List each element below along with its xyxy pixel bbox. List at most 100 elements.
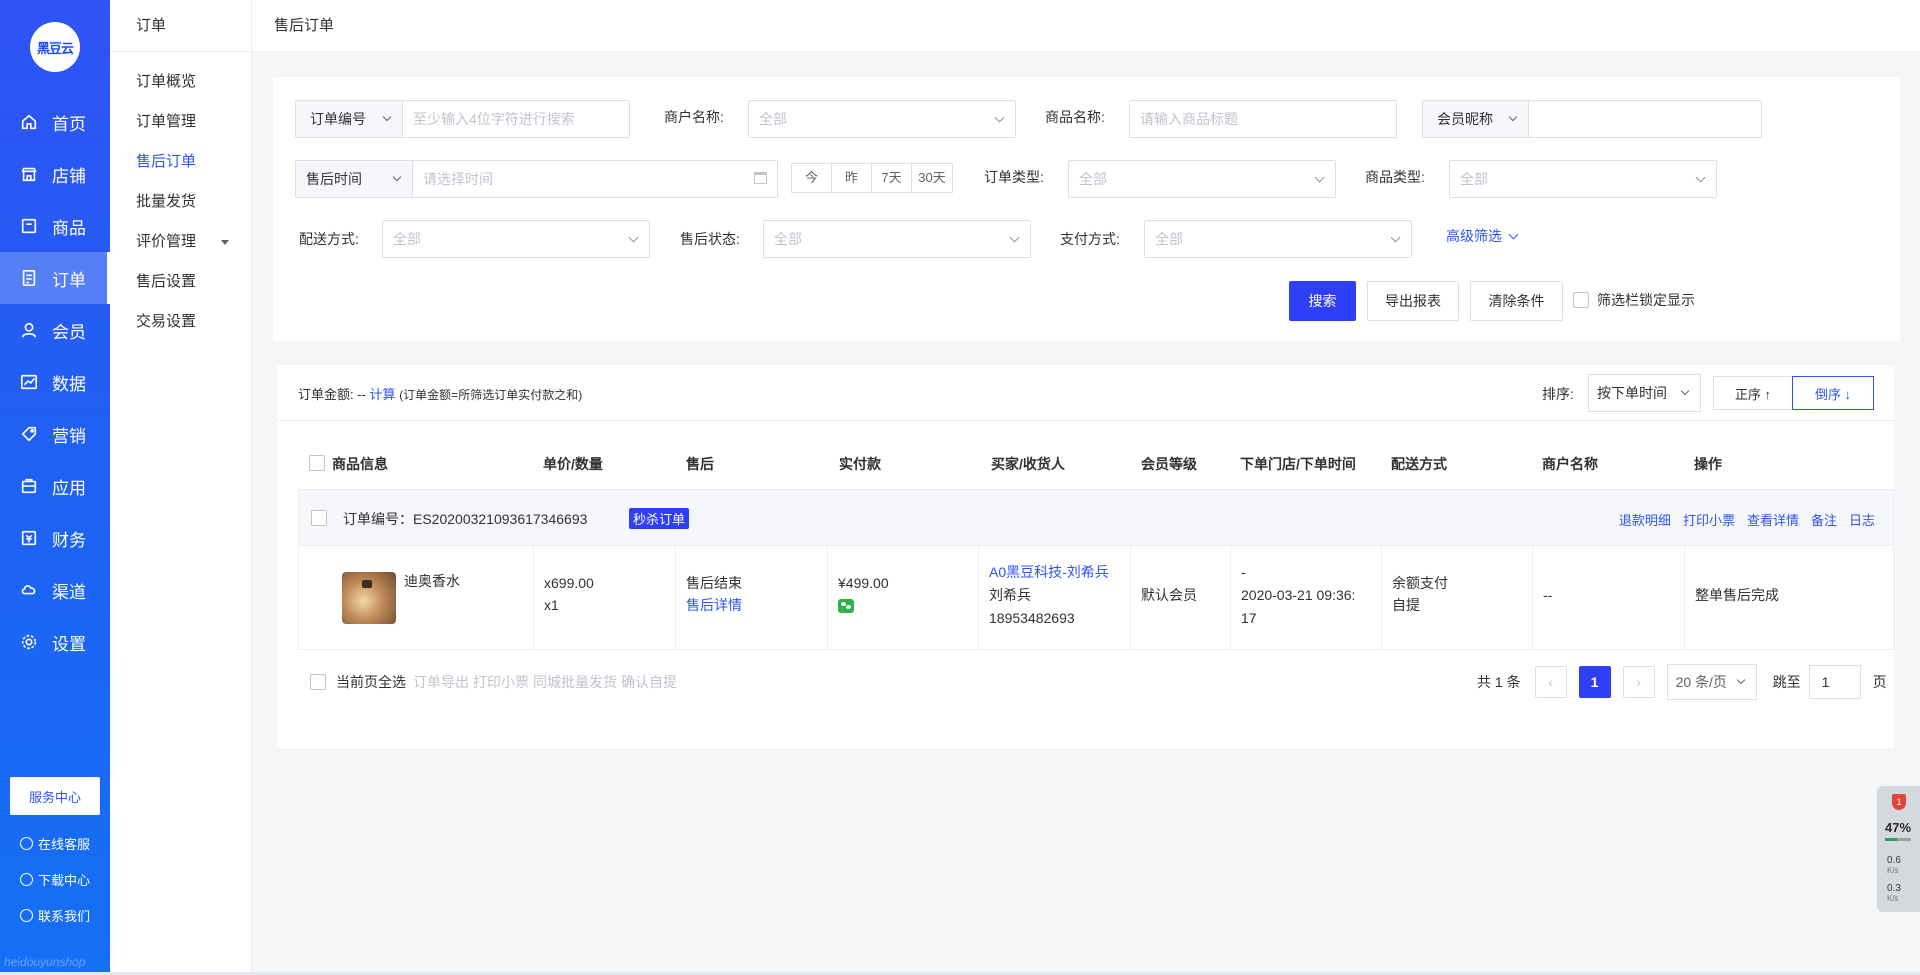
time-range-input[interactable]: 请选择时间 [412, 160, 778, 198]
time-type-select[interactable]: 售后时间 [295, 160, 413, 198]
chevron-down-icon [1695, 172, 1706, 183]
subnav-item-batch-ship[interactable]: 批量发货 [110, 182, 251, 222]
unit-price: x699.00 [544, 575, 594, 591]
jump-label: 跳至 [1772, 674, 1801, 690]
nav-item-store[interactable]: 店铺 [0, 148, 110, 200]
table-footer: 当前页全选 订单导出 打印小票 同城批量发货 确认自提 共 1 条 ‹ 1 › … [298, 662, 1894, 702]
export-report-button[interactable]: 导出报表 [1367, 281, 1459, 321]
nav-item-home[interactable]: 首页 [0, 96, 110, 148]
lock-filter-toggle[interactable]: 筛选栏锁定显示 [1573, 290, 1695, 310]
bulk-print-button[interactable]: 打印小票 [473, 672, 529, 692]
page-number-button[interactable]: 1 [1578, 666, 1611, 698]
nav-item-data[interactable]: 数据 [0, 356, 110, 408]
aftersale-status-select[interactable]: 全部 [763, 220, 1031, 258]
total-count: 共 1 条 [1477, 674, 1521, 690]
next-page-button[interactable]: › [1622, 666, 1655, 698]
advanced-filter-label: 高级筛选 [1446, 228, 1502, 244]
table-row: 迪奥香水 x699.00 x1 售后结束 售后详情 ¥499.00 A0黑豆科技… [298, 546, 1894, 650]
product-thumbnail[interactable] [342, 572, 396, 624]
member-input[interactable] [1528, 100, 1762, 138]
aftersale-status: 售后结束 [686, 575, 742, 591]
order-type-select[interactable]: 全部 [1068, 160, 1336, 198]
results-panel: 订单金额: -- 计算 (订单金额=所筛选订单实付款之和) 排序: 按下单时间 … [277, 366, 1894, 748]
online-support-link[interactable]: 在线客服 [20, 834, 90, 853]
nav-item-settings[interactable]: 设置 [0, 616, 110, 668]
price-qty-cell: x699.00 x1 [534, 546, 676, 649]
nav-item-channel[interactable]: 渠道 [0, 564, 110, 616]
marketing-icon [21, 426, 37, 442]
order-no-type-select[interactable]: 订单编号 [295, 100, 403, 138]
amount-value: -- [357, 387, 366, 402]
quick-date-yesterday[interactable]: 昨 [832, 164, 872, 192]
subnav-item-trade-settings[interactable]: 交易设置 [110, 302, 251, 342]
quick-date-30days[interactable]: 30天 [912, 164, 952, 192]
jump-page-input[interactable]: 1 [1808, 665, 1861, 699]
print-receipt-link[interactable]: 打印小票 [1683, 510, 1735, 529]
service-center-button[interactable]: 服务中心 [10, 777, 100, 815]
product-type-select[interactable]: 全部 [1449, 160, 1717, 198]
subnav-item-aftersale-settings[interactable]: 售后设置 [110, 262, 251, 302]
subnav-item-review-manage[interactable]: 评价管理 [110, 222, 251, 262]
column-header: 操作 [1694, 456, 1722, 472]
page-size-select[interactable]: 20 条/页 [1666, 664, 1757, 700]
view-details-link[interactable]: 查看详情 [1747, 510, 1799, 529]
delivery-select[interactable]: 全部 [382, 220, 650, 258]
aftersale-detail-link[interactable]: 售后详情 [686, 594, 742, 616]
nav-item-goods[interactable]: 商品 [0, 200, 110, 252]
product-type-value: 全部 [1460, 171, 1488, 187]
receiver-phone: 18953482693 [989, 610, 1075, 626]
contact-us-link[interactable]: 联系我们 [20, 906, 90, 925]
search-button[interactable]: 搜索 [1289, 281, 1356, 321]
advanced-filter-toggle[interactable]: 高级筛选 [1446, 226, 1519, 246]
quick-date-today[interactable]: 今 [792, 164, 832, 192]
descending-button[interactable]: 倒序 ↓ [1792, 376, 1874, 410]
calculate-link[interactable]: 计算 [370, 387, 396, 402]
quick-date-7days[interactable]: 7天 [872, 164, 912, 192]
log-link[interactable]: 日志 [1849, 510, 1875, 529]
prev-page-button[interactable]: ‹ [1534, 666, 1567, 698]
sort-select[interactable]: 按下单时间 [1588, 374, 1701, 412]
chevron-down-icon [1508, 229, 1519, 239]
refund-detail-link[interactable]: 退款明细 [1619, 510, 1671, 529]
download-center-label: 下载中心 [38, 873, 91, 888]
download-center-link[interactable]: 下载中心 [20, 870, 90, 889]
lock-filter-checkbox[interactable] [1573, 292, 1589, 308]
bulk-ship-button[interactable]: 同城批量发货 [533, 672, 617, 692]
payment-select[interactable]: 全部 [1144, 220, 1412, 258]
buyer-link[interactable]: A0黑豆科技-刘希兵 [989, 561, 1109, 583]
merchant-select[interactable]: 全部 [748, 100, 1016, 138]
order-no-input[interactable]: 至少输入4位字符进行搜索 [402, 100, 630, 138]
column-header: 买家/收货人 [991, 456, 1065, 472]
select-all-checkbox[interactable] [309, 455, 325, 471]
subnav-label: 评价管理 [136, 233, 197, 250]
select-page-checkbox[interactable] [310, 674, 326, 690]
subnav-item-overview[interactable]: 订单概览 [110, 62, 251, 102]
bulk-confirm-pickup-button[interactable]: 确认自提 [621, 672, 677, 692]
flash-sale-badge: 秒杀订单 [629, 508, 690, 529]
order-checkbox[interactable] [311, 510, 327, 526]
product-name-label: 商品名称: [1045, 109, 1105, 125]
logo[interactable]: 黑豆云 [30, 22, 80, 72]
nav-item-app[interactable]: 应用 [0, 460, 110, 512]
nav-item-marketing[interactable]: 营销 [0, 408, 110, 460]
member-type-select[interactable]: 会员昵称 [1422, 100, 1529, 138]
nav-label: 数据 [52, 374, 86, 394]
nav-item-finance[interactable]: 财务 [0, 512, 110, 564]
product-name-input[interactable]: 请输入商品标题 [1129, 100, 1397, 138]
download-speed-value: 0.3 [1887, 883, 1901, 894]
network-monitor-widget[interactable]: 1 47% 0.6 K/s 0.3 K/s [1877, 786, 1920, 912]
ascending-button[interactable]: 正序 ↑ [1713, 376, 1793, 410]
nav-item-order[interactable]: 订单 [0, 252, 110, 304]
merchant-label: 商户名称: [664, 109, 724, 125]
order-time: 2020-03-21 09:36: [1241, 587, 1356, 603]
chat-icon [20, 909, 33, 922]
chevron-down-icon [1508, 112, 1518, 122]
bulk-export-button[interactable]: 订单导出 [413, 672, 469, 692]
clear-conditions-button[interactable]: 清除条件 [1470, 281, 1563, 321]
product-name[interactable]: 迪奥香水 [404, 570, 460, 592]
subnav-item-order-manage[interactable]: 订单管理 [110, 102, 251, 142]
nav-item-member[interactable]: 会员 [0, 304, 110, 356]
goods-icon [21, 218, 37, 234]
remark-link[interactable]: 备注 [1811, 510, 1837, 529]
subnav-item-aftersale-orders[interactable]: 售后订单 [110, 142, 251, 182]
